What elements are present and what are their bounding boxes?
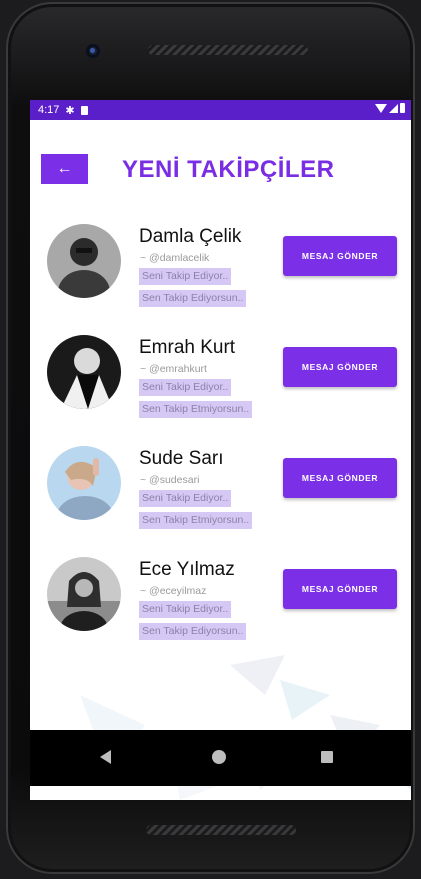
send-message-button[interactable]: MESAJ GÖNDER: [283, 569, 397, 609]
app-screen: 4:17 ✱ ← YENİ TAKİPÇİLER Damla Çelik ~ @…: [30, 100, 411, 800]
send-message-button[interactable]: MESAJ GÖNDER: [283, 347, 397, 387]
list-item: Sude Sarı ~ @sudesari Seni Takip Ediyor.…: [30, 438, 411, 549]
avatar[interactable]: [47, 446, 121, 520]
status-bar: 4:17 ✱: [30, 100, 411, 120]
gear-icon: ✱: [65, 104, 75, 117]
follower-handle: ~ @sudesari: [140, 474, 200, 486]
nav-home-icon[interactable]: [212, 750, 226, 764]
follows-you-badge: Seni Takip Ediyor..: [139, 268, 232, 285]
followers-list: Damla Çelik ~ @damlacelik Seni Takip Edi…: [30, 216, 411, 660]
list-item: Damla Çelik ~ @damlacelik Seni Takip Edi…: [30, 216, 411, 327]
sim-card-icon: [80, 105, 88, 115]
bottom-speaker: [146, 825, 296, 835]
signal-icon: [389, 103, 398, 113]
follower-handle: ~ @emrahkurt: [140, 363, 207, 375]
send-message-button[interactable]: MESAJ GÖNDER: [283, 458, 397, 498]
follows-you-badge: Seni Takip Ediyor..: [139, 601, 232, 618]
follower-name: Emrah Kurt: [139, 337, 236, 358]
nav-recents-icon[interactable]: [321, 751, 333, 763]
page-title: YENİ TAKİPÇİLER: [122, 156, 335, 183]
follower-handle: ~ @damlacelik: [140, 252, 210, 264]
send-message-button[interactable]: MESAJ GÖNDER: [283, 236, 397, 276]
follows-you-badge: Seni Takip Ediyor..: [139, 490, 232, 507]
list-item: Emrah Kurt ~ @emrahkurt Seni Takip Ediyo…: [30, 327, 411, 438]
avatar[interactable]: [47, 224, 121, 298]
follower-handle: ~ @eceyilmaz: [140, 585, 207, 597]
system-nav-bar: [30, 730, 411, 786]
avatar[interactable]: [47, 335, 121, 409]
follow-status-badge: Sen Takip Etmiyorsun..: [139, 512, 253, 529]
follower-name: Sude Sarı: [139, 448, 224, 469]
battery-icon: [400, 103, 405, 113]
follower-name: Damla Çelik: [139, 226, 242, 247]
follow-status-badge: Sen Takip Ediyorsun..: [139, 623, 247, 640]
back-button[interactable]: ←: [41, 154, 88, 184]
avatar[interactable]: [47, 557, 121, 631]
earpiece-speaker: [148, 45, 308, 55]
list-item: Ece Yılmaz ~ @eceyilmaz Seni Takip Ediyo…: [30, 549, 411, 660]
wifi-icon: [375, 103, 387, 113]
nav-back-icon[interactable]: [100, 750, 111, 764]
follow-status-badge: Sen Takip Etmiyorsun..: [139, 401, 253, 418]
follow-status-badge: Sen Takip Ediyorsun..: [139, 290, 247, 307]
status-time: 4:17: [38, 104, 60, 116]
front-camera: [86, 44, 100, 58]
follows-you-badge: Seni Takip Ediyor..: [139, 379, 232, 396]
follower-name: Ece Yılmaz: [139, 559, 235, 580]
